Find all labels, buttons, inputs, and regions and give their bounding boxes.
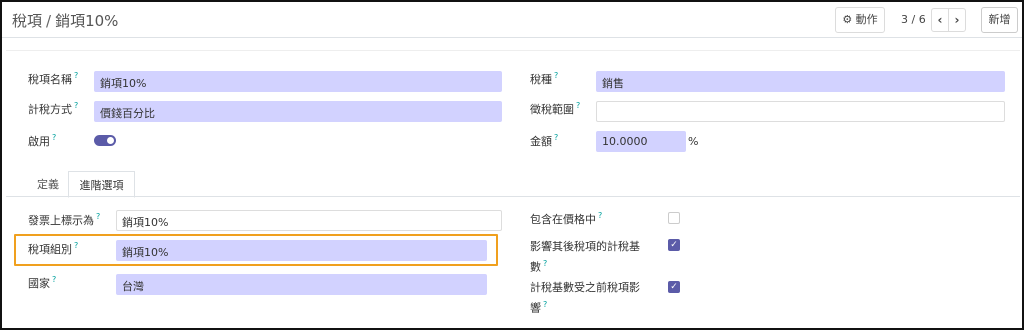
breadcrumb-parent-link[interactable]: 稅項	[12, 12, 42, 30]
help-icon[interactable]: ?	[543, 300, 547, 309]
app-window: 稅項 / 銷項10% ⚙ 動作 3 / 6 ‹ › 新增 稅項名稱? 銷項10% 稅…	[0, 0, 1024, 330]
help-icon[interactable]: ?	[52, 275, 56, 284]
active-toggle[interactable]	[94, 135, 116, 146]
invoice-label-label: 發票上標示為?	[28, 212, 101, 227]
amount-unit: %	[688, 135, 699, 148]
help-icon[interactable]: ?	[554, 71, 558, 80]
tax-group-highlight	[14, 234, 498, 266]
affect-base-label: 影響其後稅項的計稅基數?	[530, 240, 640, 274]
help-icon[interactable]: ?	[554, 133, 558, 142]
help-icon[interactable]: ?	[74, 101, 78, 110]
breadcrumb: 稅項 / 銷項10%	[12, 10, 118, 31]
computation-label: 計稅方式?	[28, 101, 79, 116]
pager-value[interactable]: 3 / 6	[901, 13, 926, 26]
base-affected-checkbox[interactable]: ✓	[668, 281, 680, 293]
tax-scope-select[interactable]	[596, 101, 1005, 122]
new-button[interactable]: 新增	[981, 7, 1018, 33]
tax-type-label: 稅種?	[530, 71, 559, 86]
tax-name-input[interactable]: 銷項10%	[94, 71, 502, 92]
computation-select[interactable]: 價錢百分比	[94, 101, 502, 122]
base-affected-label: 計稅基數受之前稅項影響?	[530, 281, 640, 315]
help-icon[interactable]: ?	[74, 71, 78, 80]
breadcrumb-current: 銷項10%	[55, 12, 119, 30]
tab-divider	[6, 196, 1020, 197]
action-button[interactable]: ⚙ 動作	[835, 7, 885, 33]
tab-advanced-options[interactable]: 進階選項	[68, 171, 135, 198]
country-label: 國家?	[28, 275, 57, 290]
active-label: 啟用?	[28, 133, 57, 148]
help-icon[interactable]: ?	[598, 211, 602, 220]
price-include-checkbox[interactable]	[668, 212, 680, 224]
control-panel: 稅項 / 銷項10% ⚙ 動作 3 / 6 ‹ › 新增	[2, 2, 1022, 38]
help-icon[interactable]: ?	[52, 133, 56, 142]
amount-input[interactable]: 10.0000	[596, 131, 686, 152]
form-sheet: 稅項名稱? 銷項10% 稅種? 銷售 計稅方式? 價錢百分比 徵稅範圍? 啟用?…	[6, 50, 1020, 328]
breadcrumb-separator: /	[46, 12, 52, 30]
country-select[interactable]: 台灣	[116, 274, 487, 295]
amount-label: 金額?	[530, 133, 559, 148]
invoice-label-input[interactable]: 銷項10%	[116, 210, 502, 231]
price-include-label: 包含在價格中?	[530, 211, 603, 226]
help-icon[interactable]: ?	[543, 259, 547, 268]
help-icon[interactable]: ?	[96, 212, 100, 221]
tax-name-label: 稅項名稱?	[28, 71, 79, 86]
tax-scope-label: 徵稅範圍?	[530, 101, 581, 116]
pager-next-button[interactable]: ›	[948, 8, 966, 32]
help-icon[interactable]: ?	[576, 101, 580, 110]
affect-base-checkbox[interactable]: ✓	[668, 239, 680, 251]
tax-type-select[interactable]: 銷售	[596, 71, 1005, 92]
tab-definition[interactable]: 定義	[28, 171, 68, 198]
pager-previous-button[interactable]: ‹	[931, 8, 949, 32]
